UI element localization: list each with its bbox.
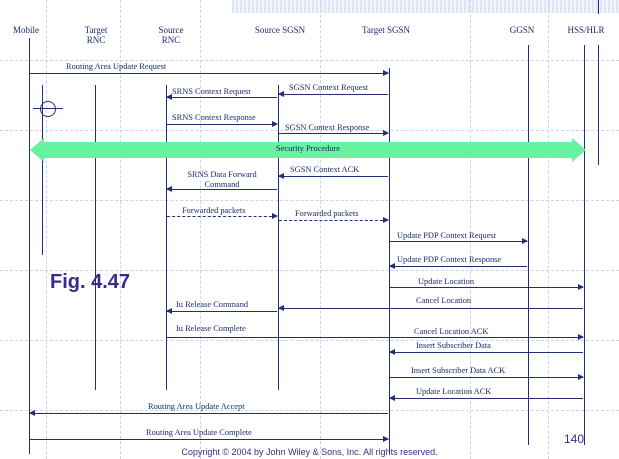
lifeline-hss-hlr <box>584 45 585 445</box>
lifeline-source-rnc <box>166 85 167 390</box>
grid-line <box>46 0 47 459</box>
security-procedure-label: Security Procedure <box>276 144 340 153</box>
message-label-line: SRNS Data Forward <box>187 170 257 179</box>
grid-line <box>320 0 321 459</box>
security-procedure-band: Security Procedure <box>30 138 586 162</box>
entity-target-sgsn: Target SGSN <box>362 25 410 35</box>
figure-caption: Fig. 4.47 <box>50 271 131 293</box>
entity-label-line: Target <box>84 25 108 35</box>
message-arrow <box>167 121 278 127</box>
entity-label-line: RNC <box>161 35 181 45</box>
message-arrow <box>166 308 277 314</box>
entity-target-rnc: Target RNC <box>74 25 118 45</box>
lifeline-source-sgsn <box>278 85 279 390</box>
message-label: Routing Area Update Accept <box>148 402 245 411</box>
page-number: 140 <box>564 432 585 446</box>
message-label-line: Command <box>204 180 240 189</box>
message-label: Update PDP Context Response <box>397 255 502 264</box>
grid-line <box>548 0 549 459</box>
message-arrow <box>29 410 388 416</box>
message-label: Iu Release Complete <box>176 324 246 333</box>
grid-line <box>200 0 201 459</box>
entity-source-sgsn: Source SGSN <box>254 25 306 35</box>
lifeline-ggsn <box>528 45 529 445</box>
message-label: Update PDP Context Request <box>397 231 497 240</box>
diagram-canvas: Mobile Target RNC Source RNC Source SGSN… <box>0 0 619 459</box>
message-arrow <box>279 130 389 136</box>
message-label: Routing Area Update Request <box>66 62 167 71</box>
corner-tick <box>598 0 599 14</box>
grid-line <box>0 200 619 201</box>
message-label: Cancel Location <box>416 296 472 305</box>
message-label: SRNS Context Response <box>172 113 256 122</box>
message-arrow <box>278 173 388 179</box>
entity-label-line: Source <box>158 25 184 35</box>
entity-ggsn: GGSN <box>509 25 535 35</box>
crosshair-line <box>33 108 63 109</box>
message-arrow <box>278 305 583 311</box>
lifeline-target-rnc <box>95 85 96 390</box>
message-arrow <box>167 334 584 340</box>
message-label: Update Location <box>418 277 475 286</box>
grid-line <box>0 410 619 411</box>
crosshair-icon <box>40 101 56 117</box>
entity-mobile: Mobile <box>13 25 39 35</box>
grid-line <box>0 60 619 61</box>
grid-line <box>0 340 619 341</box>
message-arrow <box>279 217 389 223</box>
message-arrow <box>30 70 389 76</box>
entity-label-line: RNC <box>86 35 106 45</box>
message-arrow <box>390 238 528 244</box>
message-arrow <box>390 284 584 290</box>
message-arrow <box>389 349 583 355</box>
message-label: Routing Area Update Complete <box>146 428 252 437</box>
message-label: SRNS Context Request <box>172 87 251 96</box>
message-label: Forwarded packets <box>182 206 246 215</box>
message-arrow <box>167 213 278 219</box>
copyright-footer: Copyright © 2004 by John Wiley & Sons, I… <box>181 447 438 457</box>
message-arrow <box>30 436 389 442</box>
message-label: Cancel Location ACK <box>414 327 489 336</box>
message-label: SGSN Context Request <box>289 83 369 92</box>
message-label: Insert Subscriber Data <box>416 341 491 350</box>
lifeline-hss-hlr-edge <box>598 45 599 165</box>
message-label-multiline: SRNS Data Forward Command <box>170 170 274 190</box>
message-label: Iu Release Command <box>176 300 249 309</box>
message-arrow <box>389 395 583 401</box>
entity-hss-hlr: HSS/HLR <box>567 25 605 35</box>
lifeline-mobile <box>29 38 30 454</box>
header-band <box>232 0 619 13</box>
entity-source-rnc: Source RNC <box>149 25 193 45</box>
message-arrow <box>166 94 277 100</box>
message-arrow <box>278 91 388 97</box>
message-label: Update Location ACK <box>416 387 492 396</box>
message-label: Forwarded packets <box>295 209 359 218</box>
message-arrow <box>389 263 527 269</box>
message-label: SGSN Context ACK <box>290 165 360 174</box>
message-label: SGSN Context Response <box>285 123 370 132</box>
message-label: Insert Subscriber Data ACK <box>411 366 506 375</box>
message-arrow <box>390 374 584 380</box>
